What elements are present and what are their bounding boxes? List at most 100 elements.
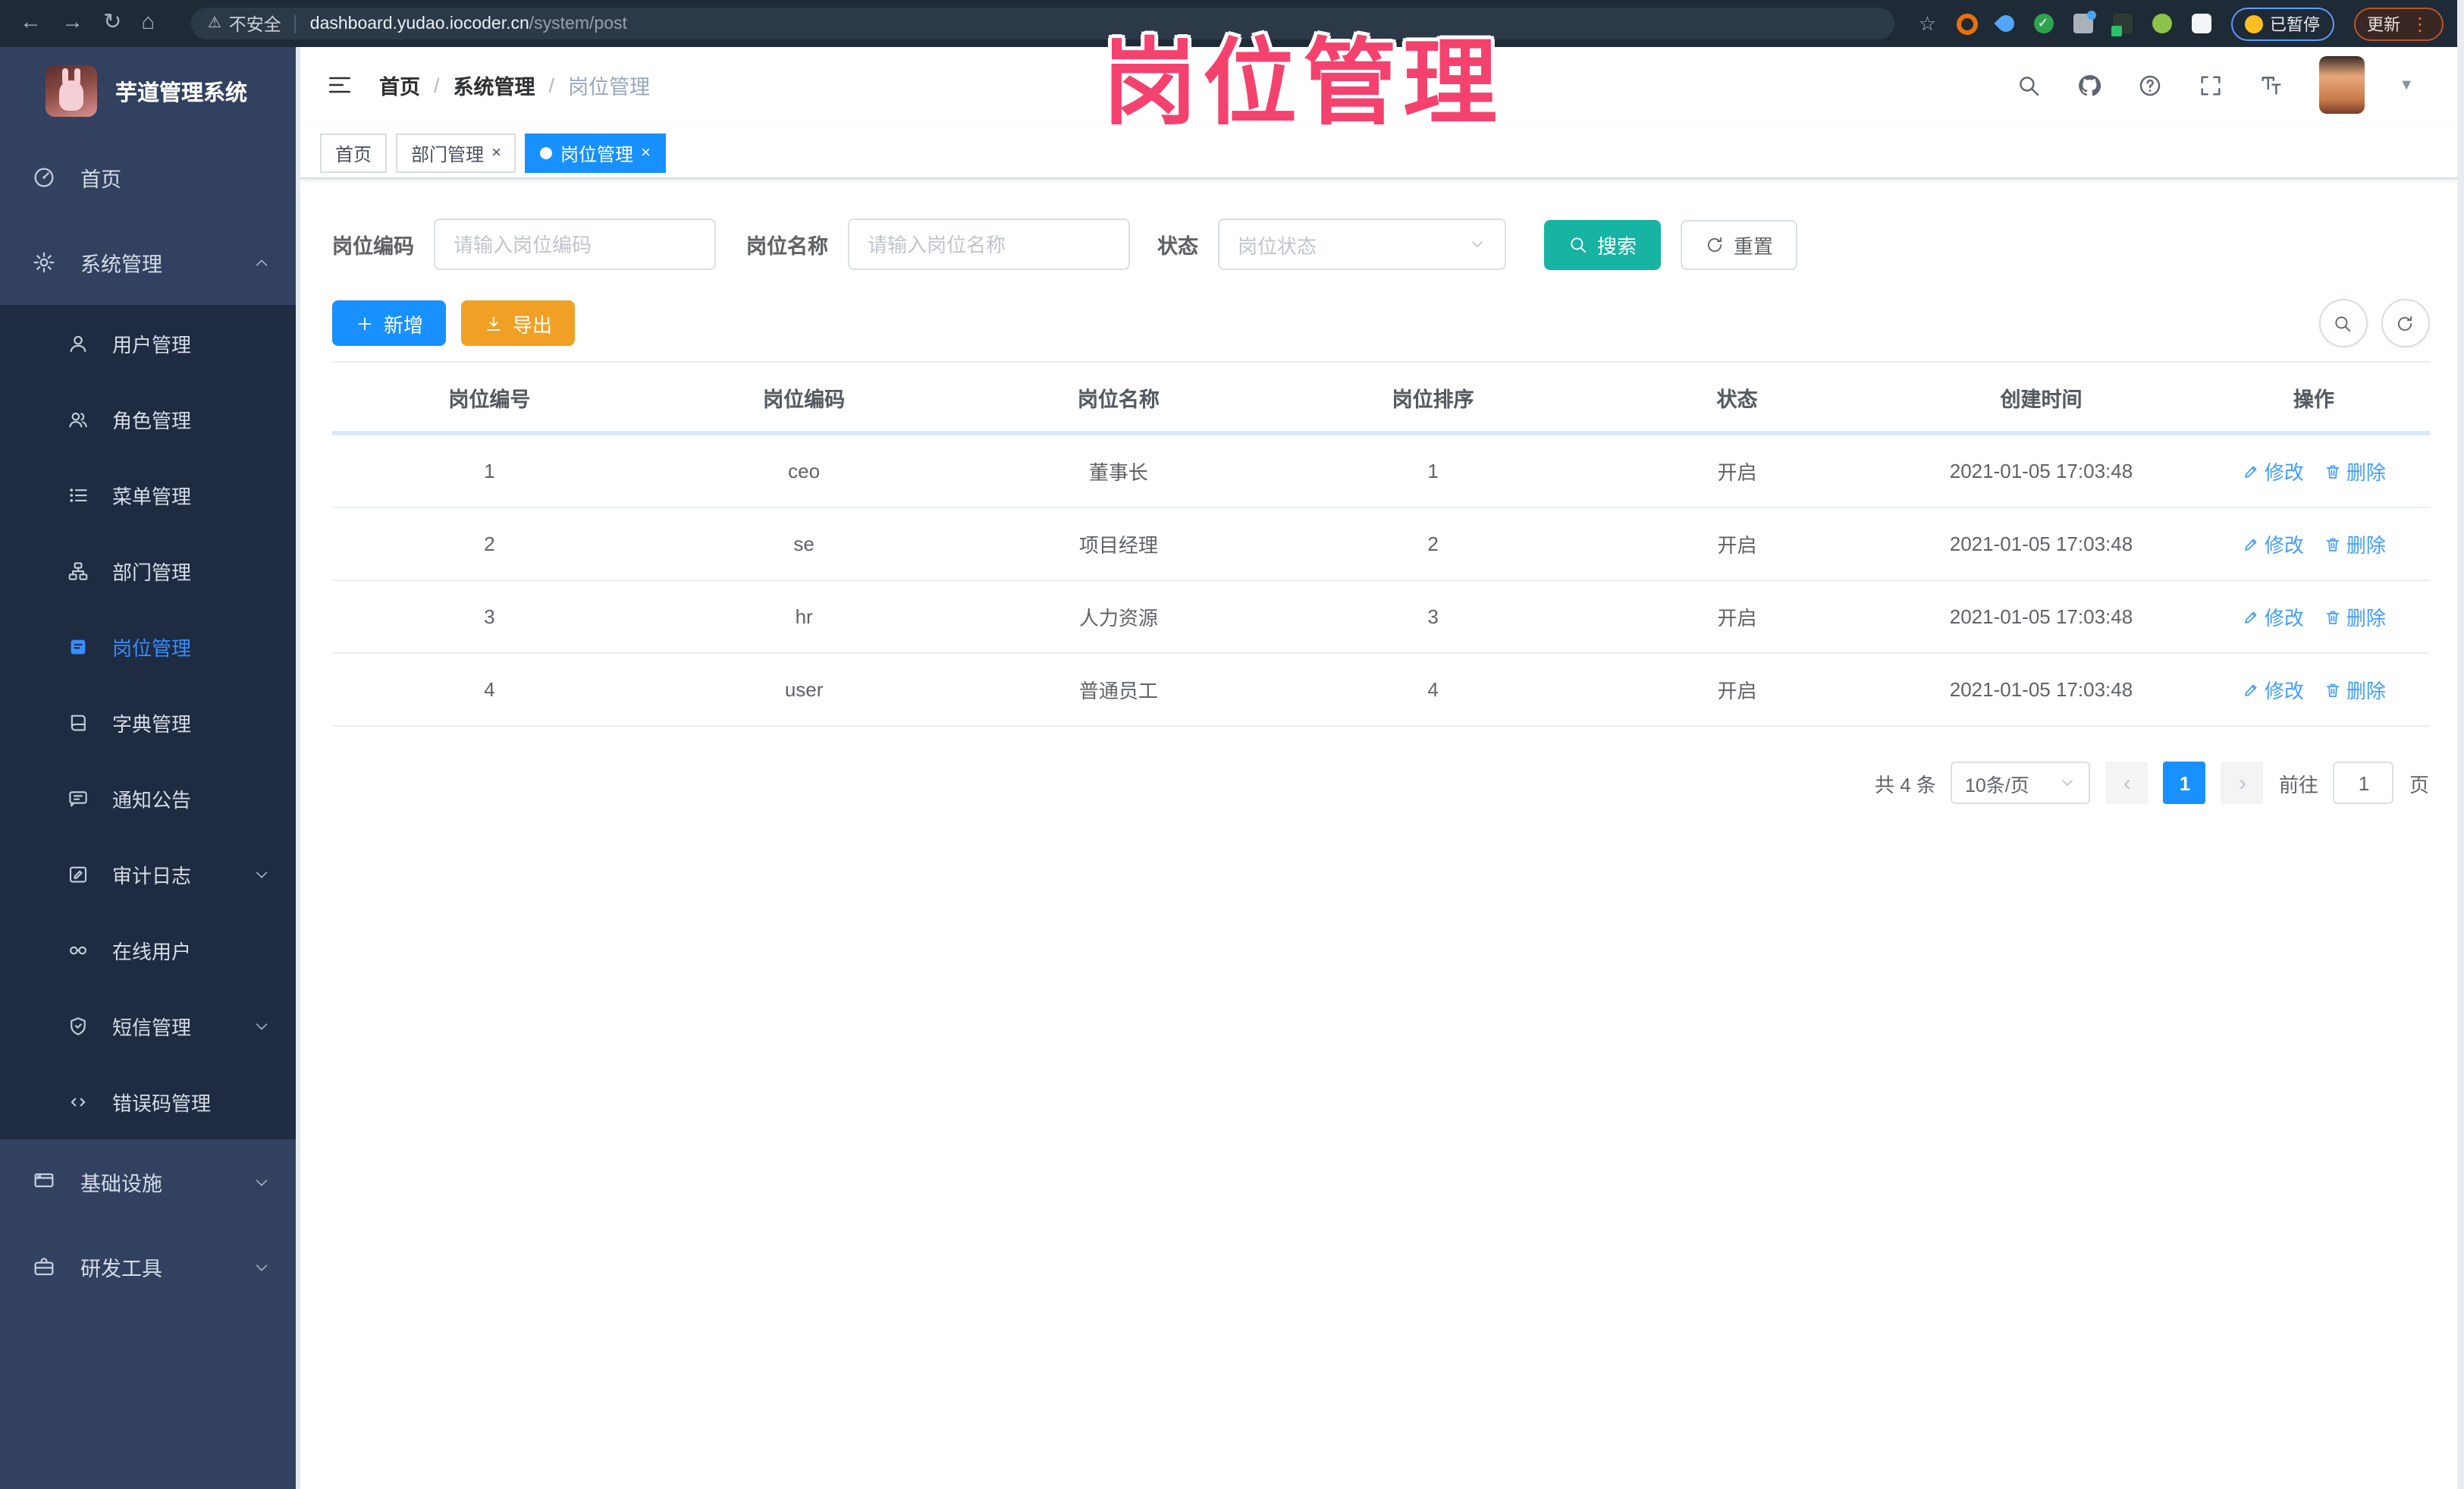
search-button[interactable]: 搜索	[1544, 219, 1662, 269]
edit-square-icon	[69, 865, 87, 882]
search-icon[interactable]	[2015, 72, 2041, 98]
cell-created: 2021-01-05 17:03:48	[1884, 433, 2199, 508]
update-label: 更新	[2367, 16, 2400, 34]
toggle-search-button[interactable]	[2318, 299, 2367, 347]
next-page-button[interactable]: ›	[2221, 762, 2264, 804]
breadcrumb: 首页 / 系统管理 / 岗位管理	[379, 70, 650, 100]
table-row[interactable]: 3 hr 人力资源 3 开启 2021-01-05 17:03:48 修改 删除	[332, 580, 2429, 654]
extension-icon[interactable]	[1993, 11, 2017, 36]
avatar[interactable]	[2318, 56, 2365, 114]
cell-actions: 修改 删除	[2198, 580, 2429, 654]
edit-link[interactable]: 修改	[2242, 457, 2304, 485]
sidebar-item-sms[interactable]: 短信管理	[0, 988, 296, 1063]
sidebar-item-posts[interactable]: 岗位管理	[0, 608, 296, 684]
sidebar-item-label: 研发工具	[80, 1258, 162, 1280]
sidebar-item-home[interactable]: 首页	[0, 135, 296, 220]
edit-link[interactable]: 修改	[2242, 675, 2304, 704]
users-icon	[69, 411, 87, 427]
cell-code: se	[646, 507, 962, 581]
tab-home[interactable]: 首页	[320, 134, 388, 173]
sidebar-item-system[interactable]: 系统管理	[0, 220, 296, 305]
refresh-button[interactable]	[2381, 299, 2429, 347]
user-icon	[70, 335, 86, 352]
post-name-input[interactable]	[848, 218, 1130, 270]
screen: ← → ↻ ⌂ ⚠ 不安全 dashboard.yudao.iocoder.cn…	[0, 0, 2464, 1489]
trash-icon	[2326, 464, 2340, 478]
sidebar-item-users[interactable]: 用户管理	[0, 305, 296, 381]
extension-icon[interactable]	[1956, 13, 1977, 34]
cell-sort: 4	[1276, 653, 1590, 727]
sidebar-item-dict[interactable]: 字典管理	[0, 684, 296, 760]
tab-departments[interactable]: 部门管理 ×	[396, 134, 516, 173]
add-button[interactable]: 新增	[332, 300, 447, 346]
pagination: 共 4 条 10条/页 ‹ 1 › 前往 页	[332, 762, 2429, 804]
font-size-icon[interactable]	[2258, 72, 2284, 98]
not-secure-warning-icon[interactable]: ⚠	[208, 15, 221, 32]
paused-chip[interactable]: 已暂停	[2230, 7, 2334, 40]
delete-link[interactable]: 删除	[2324, 457, 2386, 485]
fullscreen-icon[interactable]	[2197, 72, 2223, 98]
github-icon[interactable]	[2076, 72, 2101, 98]
sidebar-item-infrastructure[interactable]: 基础设施	[0, 1139, 296, 1224]
sidebar-item-notice[interactable]: 通知公告	[0, 760, 296, 836]
reload-icon[interactable]: ↻	[103, 0, 121, 47]
browser-toolbar: ☆ ✓ 已暂停 更新 ⋮	[1919, 7, 2443, 40]
current-page-button[interactable]: 1	[2163, 762, 2206, 804]
sidebar-item-online-users[interactable]: 在线用户	[0, 912, 296, 988]
sidebar-item-menus[interactable]: 菜单管理	[0, 457, 296, 532]
delete-link[interactable]: 删除	[2324, 529, 2386, 558]
home-icon[interactable]: ⌂	[141, 0, 155, 47]
table-row[interactable]: 1 ceo 董事长 1 开启 2021-01-05 17:03:48 修改 删除	[332, 433, 2429, 508]
help-icon[interactable]	[2136, 72, 2162, 98]
chevron-down-icon	[256, 1023, 268, 1029]
sidebar-item-devtools[interactable]: 研发工具	[0, 1224, 296, 1309]
chevron-down-icon[interactable]: ▼	[2399, 77, 2414, 93]
export-button[interactable]: 导出	[461, 300, 576, 346]
delete-link[interactable]: 删除	[2324, 602, 2386, 631]
table-row[interactable]: 2 se 项目经理 2 开启 2021-01-05 17:03:48 修改 删除	[332, 507, 2429, 581]
page-content: 岗位编码 岗位名称 状态 岗位状态 搜索 重置	[300, 179, 2456, 804]
browser-scrollbar[interactable]	[2456, 0, 2464, 1489]
breadcrumb-system[interactable]: 系统管理	[454, 70, 535, 100]
table-row[interactable]: 4 user 普通员工 4 开启 2021-01-05 17:03:48 修改删…	[332, 653, 2429, 727]
sidebar-item-audit-log[interactable]: 审计日志	[0, 836, 296, 912]
app-logo-row[interactable]: 芋道管理系统	[0, 47, 296, 135]
cell-id: 3	[332, 580, 647, 654]
sidebar-item-roles[interactable]: 角色管理	[0, 381, 296, 457]
breadcrumb-home[interactable]: 首页	[379, 70, 420, 100]
edit-link[interactable]: 修改	[2242, 529, 2304, 558]
refresh-icon	[2397, 315, 2412, 330]
reset-button[interactable]: 重置	[1681, 219, 1798, 269]
trash-icon	[2326, 683, 2340, 696]
prev-page-button[interactable]: ‹	[2105, 762, 2149, 804]
back-icon[interactable]: ←	[20, 0, 42, 47]
cell-status: 开启	[1590, 580, 1885, 654]
page-size-select[interactable]: 10条/页	[1951, 762, 2091, 804]
extension-icon[interactable]	[2073, 11, 2095, 33]
hamburger-icon[interactable]	[326, 71, 353, 99]
close-icon[interactable]: ×	[641, 144, 651, 162]
close-icon[interactable]: ×	[491, 144, 501, 162]
post-code-input[interactable]	[434, 218, 716, 270]
cell-code: user	[646, 653, 962, 727]
goto-page-input[interactable]	[2333, 762, 2394, 804]
sidebar-item-error-codes[interactable]: 错误码管理	[0, 1063, 296, 1139]
extension-icon[interactable]	[2152, 14, 2171, 33]
url-bar[interactable]: ⚠ 不安全 dashboard.yudao.iocoder.cn /system…	[190, 8, 1894, 39]
forward-icon[interactable]: →	[61, 0, 83, 47]
org-tree-icon	[68, 561, 88, 580]
tab-label: 岗位管理	[560, 143, 633, 165]
sidebar-item-departments[interactable]: 部门管理	[0, 532, 296, 608]
status-select[interactable]: 岗位状态	[1218, 218, 1506, 270]
extension-icon[interactable]: ✓	[2033, 14, 2053, 33]
edit-link[interactable]: 修改	[2242, 602, 2304, 631]
total-count: 共 4 条	[1875, 773, 1936, 796]
extensions-puzzle-icon[interactable]	[2191, 14, 2211, 33]
update-button[interactable]: 更新 ⋮	[2353, 7, 2443, 40]
menu-kebab-icon[interactable]: ⋮	[2411, 13, 2429, 34]
bookmark-star-icon[interactable]: ☆	[1919, 11, 1936, 36]
delete-link[interactable]: 删除	[2324, 675, 2386, 704]
sidebar-item-label: 审计日志	[112, 864, 192, 887]
tab-posts-active[interactable]: 岗位管理 ×	[525, 134, 666, 173]
extension-icon[interactable]	[2111, 14, 2132, 36]
